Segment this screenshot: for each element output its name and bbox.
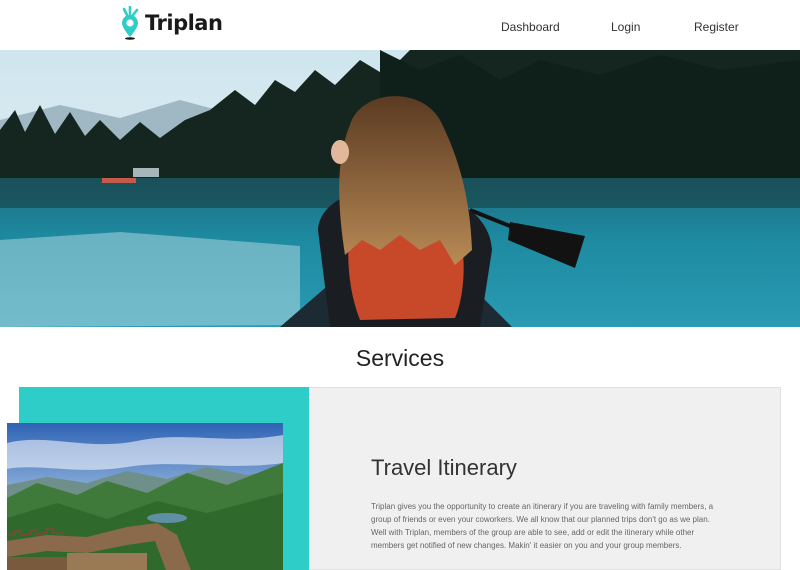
services-title: Services: [355, 345, 445, 371]
service-card-description: Triplan gives you the opportunity to cre…: [371, 502, 714, 550]
brand-logo[interactable]: Triplan: [120, 5, 223, 41]
nav-link-login[interactable]: Login: [611, 20, 640, 34]
hero-image: [0, 50, 800, 327]
service-card-heading: Travel Itinerary: [371, 455, 517, 480]
nav-link-register[interactable]: Register: [694, 20, 739, 34]
brand-name: Triplan: [145, 11, 223, 35]
location-pin-icon: [122, 6, 139, 40]
top-navbar: Triplan Dashboard Login Register: [0, 0, 800, 50]
nav-link-dashboard[interactable]: Dashboard: [501, 20, 560, 34]
great-wall-photo: [7, 423, 283, 570]
